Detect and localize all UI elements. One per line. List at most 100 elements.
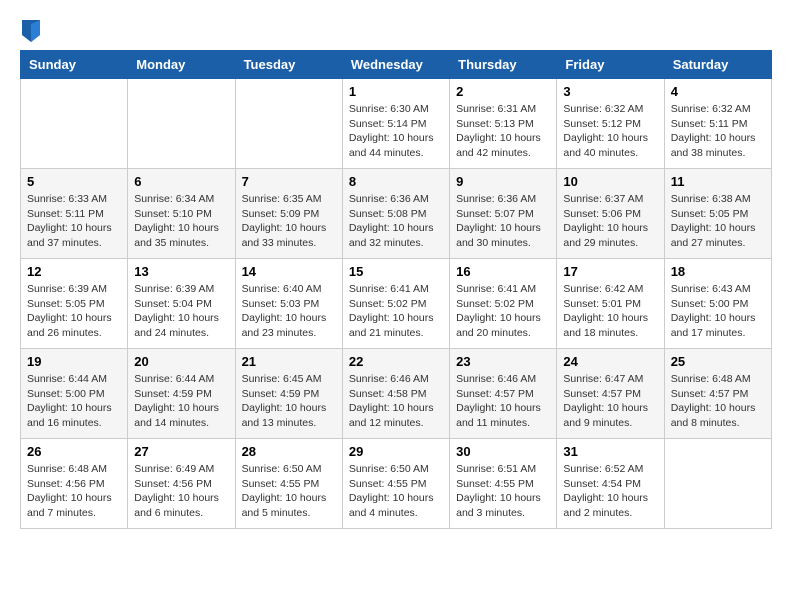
- day-number: 28: [242, 444, 336, 459]
- day-header-friday: Friday: [557, 51, 664, 79]
- calendar-cell: 11 Sunrise: 6:38 AMSunset: 5:05 PMDayligh…: [664, 169, 771, 259]
- calendar-cell: 21 Sunrise: 6:45 AMSunset: 4:59 PMDayligh…: [235, 349, 342, 439]
- day-header-wednesday: Wednesday: [342, 51, 449, 79]
- calendar-cell: 24 Sunrise: 6:47 AMSunset: 4:57 PMDayligh…: [557, 349, 664, 439]
- day-info: Sunrise: 6:42 AMSunset: 5:01 PMDaylight:…: [563, 282, 657, 341]
- calendar-cell: 23Sunrise: 6:46 AMSunset: 4:57 PMDayligh…: [450, 349, 557, 439]
- day-number: 31: [563, 444, 657, 459]
- page-header: [20, 20, 772, 42]
- week-row-1: 1 Sunrise: 6:30 AMSunset: 5:14 PMDaylight…: [21, 79, 772, 169]
- calendar-cell: 28 Sunrise: 6:50 AMSunset: 4:55 PMDayligh…: [235, 439, 342, 529]
- week-row-3: 12 Sunrise: 6:39 AMSunset: 5:05 PMDayligh…: [21, 259, 772, 349]
- day-number: 16: [456, 264, 550, 279]
- day-number: 17: [563, 264, 657, 279]
- day-number: 6: [134, 174, 228, 189]
- calendar-cell: 10 Sunrise: 6:37 AMSunset: 5:06 PMDayligh…: [557, 169, 664, 259]
- day-info: Sunrise: 6:37 AMSunset: 5:06 PMDaylight:…: [563, 192, 657, 251]
- day-number: 3: [563, 84, 657, 99]
- day-number: 10: [563, 174, 657, 189]
- day-info: Sunrise: 6:49 AMSunset: 4:56 PMDaylight:…: [134, 462, 228, 521]
- day-info: Sunrise: 6:38 AMSunset: 5:05 PMDaylight:…: [671, 192, 765, 251]
- day-info: Sunrise: 6:43 AMSunset: 5:00 PMDaylight:…: [671, 282, 765, 341]
- day-number: 18: [671, 264, 765, 279]
- day-info: Sunrise: 6:39 AMSunset: 5:04 PMDaylight:…: [134, 282, 228, 341]
- day-number: 11: [671, 174, 765, 189]
- day-number: 5: [27, 174, 121, 189]
- day-number: 13: [134, 264, 228, 279]
- day-info: Sunrise: 6:36 AMSunset: 5:08 PMDaylight:…: [349, 192, 443, 251]
- calendar-cell: 4Sunrise: 6:32 AMSunset: 5:11 PMDaylight…: [664, 79, 771, 169]
- day-number: 21: [242, 354, 336, 369]
- calendar-cell: 22 Sunrise: 6:46 AMSunset: 4:58 PMDayligh…: [342, 349, 449, 439]
- day-header-sunday: Sunday: [21, 51, 128, 79]
- day-number: 29: [349, 444, 443, 459]
- day-info: Sunrise: 6:44 AMSunset: 4:59 PMDaylight:…: [134, 372, 228, 431]
- day-number: 23: [456, 354, 550, 369]
- calendar-cell: 29 Sunrise: 6:50 AMSunset: 4:55 PMDayligh…: [342, 439, 449, 529]
- calendar-cell: 2 Sunrise: 6:31 AMSunset: 5:13 PMDaylight…: [450, 79, 557, 169]
- day-info: Sunrise: 6:36 AMSunset: 5:07 PMDaylight:…: [456, 192, 550, 251]
- calendar-cell: 7 Sunrise: 6:35 AMSunset: 5:09 PMDaylight…: [235, 169, 342, 259]
- day-info: Sunrise: 6:32 AMSunset: 5:12 PMDaylight:…: [563, 102, 657, 161]
- day-info: Sunrise: 6:35 AMSunset: 5:09 PMDaylight:…: [242, 192, 336, 251]
- calendar-cell: 19Sunrise: 6:44 AMSunset: 5:00 PMDayligh…: [21, 349, 128, 439]
- day-info: Sunrise: 6:41 AMSunset: 5:02 PMDaylight:…: [456, 282, 550, 341]
- day-info: Sunrise: 6:44 AMSunset: 5:00 PMDaylight:…: [27, 372, 121, 431]
- day-info: Sunrise: 6:47 AMSunset: 4:57 PMDaylight:…: [563, 372, 657, 431]
- day-info: Sunrise: 6:48 AMSunset: 4:56 PMDaylight:…: [27, 462, 121, 521]
- week-row-2: 5Sunrise: 6:33 AMSunset: 5:11 PMDaylight…: [21, 169, 772, 259]
- calendar-cell: 26 Sunrise: 6:48 AMSunset: 4:56 PMDayligh…: [21, 439, 128, 529]
- day-number: 8: [349, 174, 443, 189]
- day-number: 30: [456, 444, 550, 459]
- calendar-cell: 14Sunrise: 6:40 AMSunset: 5:03 PMDayligh…: [235, 259, 342, 349]
- calendar-cell: 9 Sunrise: 6:36 AMSunset: 5:07 PMDaylight…: [450, 169, 557, 259]
- day-header-monday: Monday: [128, 51, 235, 79]
- day-info: Sunrise: 6:50 AMSunset: 4:55 PMDaylight:…: [349, 462, 443, 521]
- calendar-cell: 1 Sunrise: 6:30 AMSunset: 5:14 PMDaylight…: [342, 79, 449, 169]
- calendar-cell: 30 Sunrise: 6:51 AMSunset: 4:55 PMDayligh…: [450, 439, 557, 529]
- week-row-4: 19Sunrise: 6:44 AMSunset: 5:00 PMDayligh…: [21, 349, 772, 439]
- day-info: Sunrise: 6:30 AMSunset: 5:14 PMDaylight:…: [349, 102, 443, 161]
- calendar: SundayMondayTuesdayWednesdayThursdayFrid…: [20, 50, 772, 529]
- day-number: 9: [456, 174, 550, 189]
- calendar-cell: 27 Sunrise: 6:49 AMSunset: 4:56 PMDayligh…: [128, 439, 235, 529]
- calendar-cell: 17 Sunrise: 6:42 AMSunset: 5:01 PMDayligh…: [557, 259, 664, 349]
- day-number: 22: [349, 354, 443, 369]
- calendar-cell: 18 Sunrise: 6:43 AMSunset: 5:00 PMDayligh…: [664, 259, 771, 349]
- day-info: Sunrise: 6:34 AMSunset: 5:10 PMDaylight:…: [134, 192, 228, 251]
- calendar-cell: 12 Sunrise: 6:39 AMSunset: 5:05 PMDayligh…: [21, 259, 128, 349]
- day-number: 1: [349, 84, 443, 99]
- day-info: Sunrise: 6:45 AMSunset: 4:59 PMDaylight:…: [242, 372, 336, 431]
- day-info: Sunrise: 6:52 AMSunset: 4:54 PMDaylight:…: [563, 462, 657, 521]
- calendar-cell: [235, 79, 342, 169]
- day-number: 15: [349, 264, 443, 279]
- calendar-cell: 13 Sunrise: 6:39 AMSunset: 5:04 PMDayligh…: [128, 259, 235, 349]
- calendar-cell: 3 Sunrise: 6:32 AMSunset: 5:12 PMDaylight…: [557, 79, 664, 169]
- day-number: 24: [563, 354, 657, 369]
- calendar-cell: 16 Sunrise: 6:41 AMSunset: 5:02 PMDayligh…: [450, 259, 557, 349]
- day-info: Sunrise: 6:48 AMSunset: 4:57 PMDaylight:…: [671, 372, 765, 431]
- day-number: 12: [27, 264, 121, 279]
- day-info: Sunrise: 6:46 AMSunset: 4:58 PMDaylight:…: [349, 372, 443, 431]
- week-row-5: 26 Sunrise: 6:48 AMSunset: 4:56 PMDayligh…: [21, 439, 772, 529]
- day-number: 2: [456, 84, 550, 99]
- logo-icon: [22, 20, 40, 42]
- day-number: 26: [27, 444, 121, 459]
- day-header-tuesday: Tuesday: [235, 51, 342, 79]
- day-info: Sunrise: 6:31 AMSunset: 5:13 PMDaylight:…: [456, 102, 550, 161]
- day-number: 7: [242, 174, 336, 189]
- day-header-thursday: Thursday: [450, 51, 557, 79]
- calendar-cell: 8 Sunrise: 6:36 AMSunset: 5:08 PMDaylight…: [342, 169, 449, 259]
- day-info: Sunrise: 6:51 AMSunset: 4:55 PMDaylight:…: [456, 462, 550, 521]
- day-number: 27: [134, 444, 228, 459]
- calendar-cell: 5Sunrise: 6:33 AMSunset: 5:11 PMDaylight…: [21, 169, 128, 259]
- calendar-cell: 20Sunrise: 6:44 AMSunset: 4:59 PMDayligh…: [128, 349, 235, 439]
- calendar-cell: [664, 439, 771, 529]
- day-info: Sunrise: 6:41 AMSunset: 5:02 PMDaylight:…: [349, 282, 443, 341]
- calendar-cell: [21, 79, 128, 169]
- calendar-cell: 15 Sunrise: 6:41 AMSunset: 5:02 PMDayligh…: [342, 259, 449, 349]
- day-info: Sunrise: 6:50 AMSunset: 4:55 PMDaylight:…: [242, 462, 336, 521]
- day-info: Sunrise: 6:39 AMSunset: 5:05 PMDaylight:…: [27, 282, 121, 341]
- logo: [20, 20, 40, 42]
- day-number: 4: [671, 84, 765, 99]
